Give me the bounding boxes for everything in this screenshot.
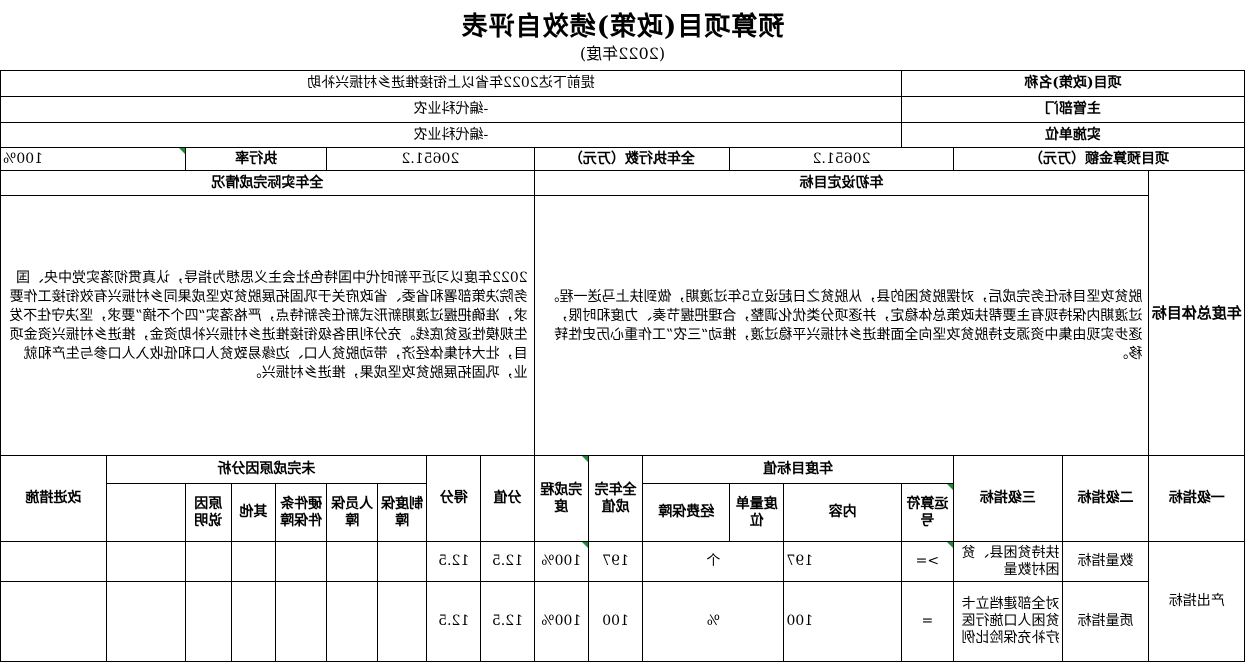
col-score-value: 分值	[480, 455, 535, 542]
col-content: 内容	[783, 483, 902, 542]
rate-label: 执行率	[185, 147, 327, 171]
col-operator: 运算符号	[901, 483, 954, 542]
col-funding: 经费保障	[642, 483, 730, 542]
dept-value: -编代科业农	[0, 96, 902, 123]
col-improve: 改进措施	[0, 455, 107, 542]
col-other: 其他	[231, 483, 276, 542]
row2-content: 100	[783, 581, 902, 662]
unit-value: -编代科业农	[0, 122, 902, 148]
col-annual-done: 全年完成值	[588, 455, 643, 542]
row2-done: 100	[588, 581, 643, 662]
col-unit: 度量单位	[729, 483, 784, 542]
col-score: 得分	[426, 455, 481, 542]
unit-label: 实施单位	[901, 122, 1245, 148]
row2-score: 12.5	[426, 581, 481, 662]
row1-operator: >=	[901, 541, 954, 582]
row1-score: 12.5	[426, 541, 481, 582]
exec-value: 20651.2	[326, 147, 535, 171]
project-name-label: 项目(政策)名称	[901, 70, 1245, 97]
row1-level3: 扶持贫困县、贫困村数量	[953, 541, 1063, 582]
row2-completion: 100%	[534, 581, 589, 662]
table-row: 产出指标 数量指标 扶持贫困县、贫困村数量 >= 197 个 197 100% …	[0, 541, 1245, 662]
row2-level3: 对全部建档立卡贫困人口施行医疗补充保险比例	[953, 581, 1063, 662]
col-reason-desc: 原因说明	[185, 483, 232, 542]
row1-level2: 数量指标	[1062, 541, 1149, 582]
page-title: 预算项目(政策)绩效自评表	[460, 12, 785, 42]
col-level3: 三级指标	[953, 455, 1063, 542]
row2-score-value: 12.5	[480, 581, 535, 662]
col-level1: 一级指标	[1148, 455, 1245, 542]
col-personnel: 人员保障	[326, 483, 378, 542]
row2-level2: 质量指标	[1062, 581, 1149, 662]
planned-goal-text: 脱贫攻坚目标任务完成后，对摆脱贫困的县，从脱贫之日起设立5年过渡期，做到扶上马送…	[534, 195, 1149, 456]
rate-value: 100%	[0, 147, 186, 171]
overall-goal-text: 年度总体目标	[1151, 304, 1242, 322]
exec-label: 全年执行数（万元）	[534, 147, 730, 171]
planned-goal-header: 年初设定目标	[534, 170, 1149, 196]
row1-done: 197	[588, 541, 643, 582]
row2-operator: =	[901, 581, 954, 662]
evaluation-table: 项目(政策)名称 提前下达2022年省以上衔接推进乡村振兴补助 主管部门 -编代…	[0, 70, 1245, 662]
actual-goal-header: 全年实际完成情况	[0, 170, 535, 196]
row1-level1: 产出指标	[1148, 541, 1245, 662]
col-hardware: 硬件条件保障	[275, 483, 327, 542]
row2-unit: %	[642, 581, 784, 662]
page-year: (2022年度)	[579, 44, 666, 63]
overall-goal-label: 年度总体目标	[1148, 170, 1245, 456]
col-annual-target: 年度目标值	[642, 455, 954, 484]
budget-value: 20651.2	[729, 147, 954, 171]
project-name-value: 提前下达2022年省以上衔接推进乡村振兴补助	[0, 70, 902, 97]
row1-score-value: 12.5	[480, 541, 535, 582]
col-system: 制度保障	[377, 483, 427, 542]
actual-goal-text: 2022年度以习近平新时代中国特色社会主义思想为指导，认真贯彻落实党中央、国务院…	[0, 195, 535, 456]
row1-content: 197	[783, 541, 902, 582]
evaluation-sheet: 预算项目(政策)绩效自评表 (2022年度) 项目(政策)名称 提前下达2022…	[0, 0, 1245, 665]
dept-label: 主管部门	[901, 96, 1245, 123]
budget-label: 项目预算金额（万元）	[953, 147, 1245, 171]
col-reason-analysis: 未完成原因分析	[106, 455, 427, 484]
col-completion: 完成程度	[534, 455, 589, 542]
col-level2: 二级指标	[1062, 455, 1149, 542]
row1-completion: 100%	[534, 541, 589, 582]
table-row: 质量指标 对全部建档立卡贫困人口施行医疗补充保险比例 = 100 % 100 1…	[0, 581, 1245, 662]
row1-unit: 个	[642, 541, 784, 582]
